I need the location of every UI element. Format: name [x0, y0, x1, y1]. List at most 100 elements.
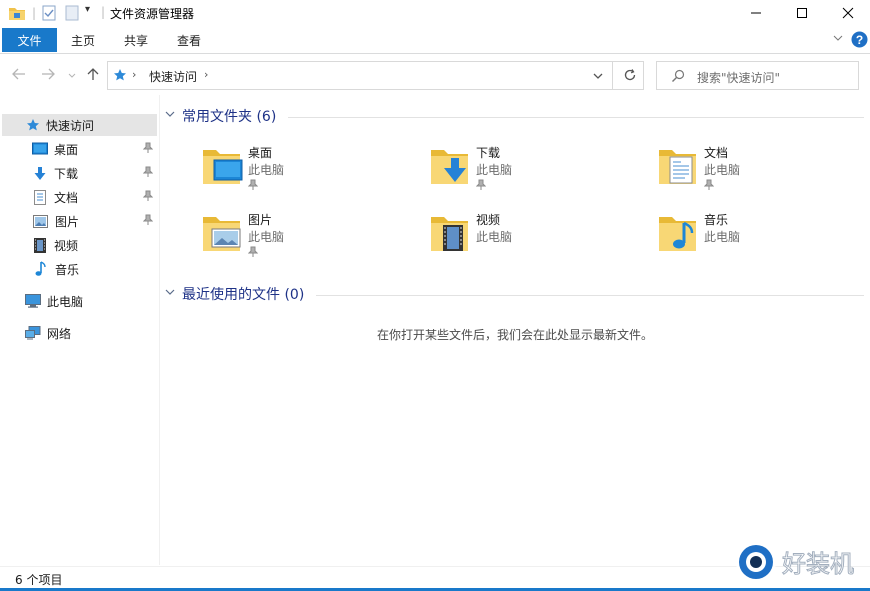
- tab-view[interactable]: 查看: [165, 28, 213, 52]
- downloads-folder-icon: [428, 144, 472, 191]
- tab-share[interactable]: 共享: [112, 28, 160, 52]
- search-box[interactable]: 搜索"快速访问": [656, 61, 859, 90]
- address-bar[interactable]: › 快速访问 ›: [107, 61, 644, 90]
- pin-icon: [703, 179, 715, 194]
- tab-file[interactable]: 文件: [2, 28, 57, 52]
- nav-item-pictures[interactable]: 图片: [2, 210, 157, 232]
- item-count: 6 个项目: [15, 573, 63, 587]
- chevron-right-icon[interactable]: ›: [132, 68, 136, 81]
- folder-tile-documents[interactable]: 文档 此电脑: [656, 141, 856, 197]
- new-folder-icon[interactable]: [65, 5, 79, 24]
- desktop-folder-icon: [200, 144, 244, 191]
- navigation-pane: 快速访问 桌面 下载 文档 图片 视频 音乐 此电脑 网络: [0, 95, 160, 565]
- frequent-folders-header[interactable]: 常用文件夹 (6): [164, 106, 276, 126]
- minimize-button[interactable]: [733, 0, 779, 26]
- nav-item-music[interactable]: 音乐: [2, 258, 157, 280]
- document-icon: [34, 189, 46, 205]
- nav-quick-access[interactable]: 快速访问: [2, 114, 157, 136]
- help-icon[interactable]: ?: [851, 31, 868, 51]
- pictures-folder-icon: [200, 211, 244, 258]
- quick-access-star-icon: [113, 68, 127, 85]
- back-icon[interactable]: [12, 68, 26, 84]
- music-folder-icon: [656, 211, 700, 258]
- nav-network[interactable]: 网络: [2, 322, 157, 344]
- folder-location: 此电脑: [704, 163, 741, 177]
- folder-name: 文档: [704, 146, 729, 160]
- watermark-logo: 好装机: [732, 540, 868, 586]
- nav-label: 音乐: [55, 262, 80, 277]
- folder-tile-music[interactable]: 音乐 此电脑: [656, 208, 856, 264]
- expand-ribbon-icon[interactable]: [832, 32, 844, 47]
- folder-location: 此电脑: [248, 163, 285, 177]
- separator: |: [32, 6, 37, 20]
- divider: [612, 62, 613, 89]
- pin-icon[interactable]: [142, 142, 154, 157]
- divider: [288, 117, 864, 118]
- recent-locations-icon[interactable]: [67, 69, 77, 85]
- search-input[interactable]: 搜索"快速访问": [697, 69, 780, 86]
- network-icon: [25, 326, 41, 340]
- chevron-right-icon[interactable]: ›: [204, 68, 208, 81]
- pin-icon[interactable]: [142, 190, 154, 205]
- download-icon: [33, 166, 47, 181]
- nav-label: 此电脑: [47, 294, 84, 309]
- quick-access-star-icon: [26, 118, 40, 132]
- folder-tile-videos[interactable]: 视频 此电脑: [428, 208, 628, 264]
- search-icon: [671, 69, 685, 86]
- pin-icon[interactable]: [142, 214, 154, 229]
- tab-home[interactable]: 主页: [59, 28, 107, 52]
- pin-icon[interactable]: [142, 166, 154, 181]
- window-title: 文件资源管理器: [110, 7, 195, 21]
- nav-label: 文档: [54, 190, 79, 205]
- folder-app-icon: [8, 5, 26, 24]
- refresh-icon[interactable]: [623, 68, 637, 85]
- nav-label: 下载: [54, 166, 79, 181]
- title-bar: | ▾ | 文件资源管理器: [0, 0, 870, 27]
- svg-text:?: ?: [856, 33, 863, 47]
- music-icon: [35, 261, 46, 277]
- documents-folder-icon: [656, 144, 700, 191]
- nav-label: 视频: [54, 238, 79, 253]
- nav-this-pc[interactable]: 此电脑: [2, 290, 157, 312]
- folder-location: 此电脑: [248, 230, 285, 244]
- nav-item-videos[interactable]: 视频: [2, 234, 157, 256]
- pin-icon: [475, 179, 487, 194]
- videos-folder-icon: [428, 211, 472, 258]
- folder-tile-downloads[interactable]: 下载 此电脑: [428, 141, 628, 197]
- customize-quick-access-icon[interactable]: ▾: [85, 4, 90, 15]
- ribbon-tabs: 文件 主页 共享 查看 ?: [0, 27, 870, 54]
- close-button[interactable]: [825, 0, 870, 26]
- chevron-down-icon[interactable]: [164, 287, 176, 301]
- nav-label: 桌面: [54, 142, 79, 157]
- folder-name: 下载: [476, 146, 501, 160]
- maximize-button[interactable]: [779, 0, 825, 26]
- nav-item-downloads[interactable]: 下载: [2, 162, 157, 184]
- picture-icon: [33, 214, 48, 228]
- nav-label: 网络: [47, 326, 72, 341]
- folder-name: 桌面: [248, 146, 273, 160]
- properties-icon[interactable]: [42, 5, 56, 24]
- address-dropdown-icon[interactable]: [592, 70, 604, 84]
- pin-icon: [247, 179, 259, 194]
- folder-location: 此电脑: [704, 230, 741, 244]
- recent-files-header[interactable]: 最近使用的文件 (0): [164, 284, 304, 304]
- divider: [316, 295, 864, 296]
- forward-icon[interactable]: [41, 68, 55, 84]
- separator: |: [101, 5, 106, 19]
- nav-label: 快速访问: [46, 118, 95, 133]
- chevron-down-icon[interactable]: [164, 109, 176, 123]
- video-icon: [34, 237, 46, 253]
- nav-label: 图片: [55, 214, 80, 229]
- folder-name: 视频: [476, 213, 501, 227]
- nav-item-documents[interactable]: 文档: [2, 186, 157, 208]
- folder-name: 图片: [248, 213, 273, 227]
- breadcrumb[interactable]: 快速访问: [149, 68, 197, 85]
- up-icon[interactable]: [87, 67, 99, 85]
- folder-location: 此电脑: [476, 230, 513, 244]
- folder-tile-desktop[interactable]: 桌面 此电脑: [200, 141, 400, 197]
- pin-icon: [247, 246, 259, 261]
- folder-tile-pictures[interactable]: 图片 此电脑: [200, 208, 400, 264]
- desktop-icon: [32, 142, 48, 156]
- folder-location: 此电脑: [476, 163, 513, 177]
- nav-item-desktop[interactable]: 桌面: [2, 138, 157, 160]
